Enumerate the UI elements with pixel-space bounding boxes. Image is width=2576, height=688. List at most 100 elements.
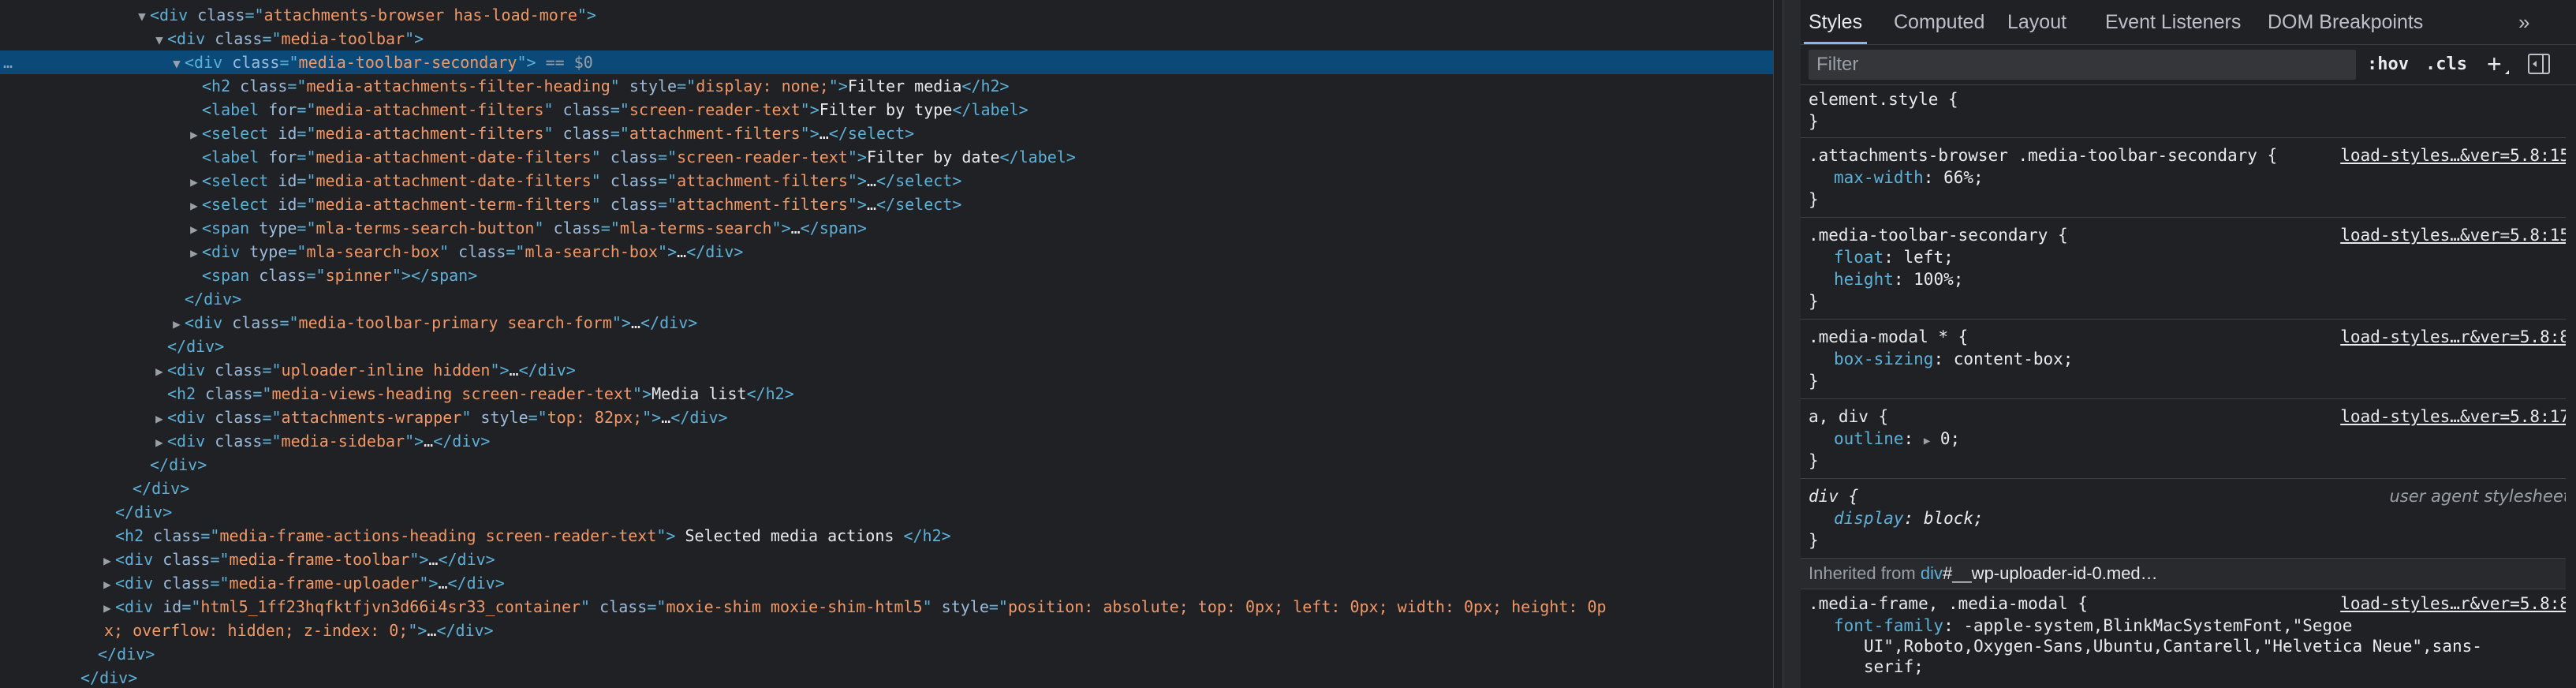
rule-media-toolbar-secondary[interactable]: .media-toolbar-secondary { load-styles…&…: [1801, 218, 2576, 320]
rule-media-frame-modal[interactable]: .media-frame, .media-modal { load-styles…: [1801, 589, 2576, 688]
dom-node-line[interactable]: </div>: [0, 287, 1773, 311]
dom-node-line[interactable]: ▶ <div class="media-frame-uploader">…</di…: [0, 571, 1773, 595]
declaration[interactable]: font-family: -apple-system,BlinkMacSyste…: [1834, 615, 2352, 637]
expand-triangle-icon[interactable]: ▶: [99, 573, 115, 596]
dom-node-line[interactable]: ▼ <div class="attachments-browser has-loa…: [0, 3, 1773, 27]
rule-selector: .attachments-browser .media-toolbar-seco…: [1809, 146, 2278, 165]
rule-source-link[interactable]: load-styles…r&ver=5.8:8: [2340, 593, 2570, 615]
rule-media-modal-all[interactable]: .media-modal * { load-styles…r&ver=5.8:8…: [1801, 320, 2576, 399]
rule-attachments-browser-toolbar[interactable]: .attachments-browser .media-toolbar-seco…: [1801, 138, 2576, 218]
collapse-triangle-icon[interactable]: ▼: [151, 28, 167, 52]
sidebar-tabs: Styles Computed Layout Event Listeners D…: [1801, 0, 2576, 45]
rule-selector: .media-frame, .media-modal {: [1809, 594, 2089, 613]
dom-node-line[interactable]: ▶ <select id="media-attachment-term-filte…: [0, 193, 1773, 216]
expand-triangle-icon[interactable]: ▶: [151, 431, 167, 454]
expand-triangle-icon[interactable]: ▶: [186, 194, 202, 218]
inherited-node-link[interactable]: div: [1921, 563, 1943, 583]
tab-styles[interactable]: Styles: [1803, 0, 1868, 44]
rule-source-link[interactable]: load-styles…&ver=5.8:17: [2340, 406, 2570, 428]
expand-triangle-icon[interactable]: ▶: [151, 407, 167, 431]
rule-element-style[interactable]: element.style { }: [1801, 85, 2576, 138]
dom-node-line[interactable]: ▶ <select id="media-attachment-filters" c…: [0, 122, 1773, 145]
rule-source-link[interactable]: load-styles…&ver=5.8:15: [2340, 144, 2570, 166]
declaration[interactable]: max-width: 66%;: [1834, 166, 1984, 189]
dom-node-line[interactable]: ▶ <div class="attachments-wrapper" style=…: [0, 406, 1773, 429]
styles-filter-bar: :hov .cls +: [1801, 45, 2576, 85]
rule-close-brace: }: [1809, 372, 1819, 391]
dom-node-line[interactable]: ▶ <div class="media-sidebar">…</div>: [0, 429, 1773, 453]
expand-triangle-icon[interactable]: ▶: [186, 218, 202, 241]
rule-selector: div {: [1809, 487, 1859, 506]
rule-close-brace: }: [1809, 112, 1819, 131]
dom-node-line[interactable]: <h2 class="media-views-heading screen-re…: [0, 382, 1773, 406]
rule-close-brace: }: [1809, 190, 1819, 209]
rule-close-brace: }: [1809, 531, 1819, 550]
expand-triangle-icon[interactable]: ▶: [99, 549, 115, 573]
dom-node-line[interactable]: <span class="spinner"></span>: [0, 264, 1773, 287]
dom-node-line[interactable]: <label for="media-attachment-filters" cl…: [0, 98, 1773, 122]
panel-splitter[interactable]: [1783, 0, 1801, 688]
devtools-window: ▼ <div class="attachments-browser has-loa…: [0, 0, 2576, 688]
tab-event-listeners[interactable]: Event Listeners: [2105, 0, 2241, 44]
rule-close-brace: }: [1809, 292, 1819, 311]
style-rules-list: element.style { } .attachments-browser .…: [1801, 85, 2576, 688]
rule-selector: .media-modal * {: [1809, 327, 1969, 346]
more-tabs-icon[interactable]: »: [2518, 0, 2529, 44]
dom-node-line[interactable]: </div>: [0, 500, 1773, 524]
dom-node-line[interactable]: ▶ <div class="media-frame-toolbar">…</div…: [0, 548, 1773, 571]
expand-triangle-icon[interactable]: ▶: [151, 360, 167, 383]
dom-node-line[interactable]: ▶ <select id="media-attachment-date-filte…: [0, 169, 1773, 193]
declaration[interactable]: float: left;: [1834, 246, 1954, 268]
user-agent-stylesheet-label: user agent stylesheet: [2389, 487, 2570, 506]
new-rule-menu-icon[interactable]: [2505, 70, 2509, 74]
tab-computed[interactable]: Computed: [1894, 0, 1984, 44]
collapse-triangle-icon[interactable]: ▼: [169, 52, 185, 76]
declaration[interactable]: height: 100%;: [1834, 268, 1963, 290]
expand-triangle-icon[interactable]: ▶: [186, 241, 202, 265]
declaration[interactable]: box-sizing: content-box;: [1834, 348, 2073, 370]
inherited-from-header: Inherited from div#__wp-uploader-id-0.me…: [1801, 559, 2576, 589]
dom-node-line[interactable]: x; overflow: hidden; z-index: 0;">…</div…: [0, 619, 1773, 642]
dom-node-line[interactable]: <h2 class="media-frame-actions-heading s…: [0, 524, 1773, 548]
dom-node-line[interactable]: </div>: [0, 477, 1773, 500]
dom-node-line[interactable]: </div>: [0, 642, 1773, 666]
dom-node-line[interactable]: </div>: [0, 666, 1773, 688]
tab-dom-breakpoints[interactable]: DOM Breakpoints: [2268, 0, 2423, 44]
rule-source-link[interactable]: load-styles…&ver=5.8:15: [2340, 224, 2570, 246]
rule-a-div[interactable]: a, div { load-styles…&ver=5.8:17 outline…: [1801, 399, 2576, 479]
new-style-rule-button[interactable]: +: [2487, 48, 2502, 80]
hov-toggle-button[interactable]: :hov: [2367, 50, 2409, 80]
declaration-continuation: UI",Roboto,Oxygen-Sans,Ubuntu,Cantarell,…: [1864, 637, 2482, 656]
dom-node-selected[interactable]: … ▼ <div class="media-toolbar-secondary"> …: [0, 50, 1773, 74]
rule-source-link[interactable]: load-styles…r&ver=5.8:8: [2340, 326, 2570, 348]
dom-node-line[interactable]: ▶ <span type="mla-terms-search-button" cl…: [0, 216, 1773, 240]
dom-node-line[interactable]: ▶ <div class="media-toolbar-primary searc…: [0, 311, 1773, 335]
expand-triangle-icon[interactable]: ▶: [186, 170, 202, 194]
dom-node-line[interactable]: ▶ <div class="uploader-inline hidden">…</…: [0, 358, 1773, 382]
rule-selector: element.style {: [1809, 90, 1958, 109]
expand-shorthand-icon[interactable]: ▶: [1924, 435, 1930, 447]
dom-node-line[interactable]: </div>: [0, 453, 1773, 477]
selected-node-marker: == $0: [536, 53, 593, 72]
tab-layout[interactable]: Layout: [2007, 0, 2066, 44]
styles-filter-input[interactable]: [1809, 50, 2356, 80]
rule-selector: .media-toolbar-secondary {: [1809, 226, 2068, 245]
rule-div-user-agent[interactable]: div { user agent stylesheet display: blo…: [1801, 479, 2576, 559]
collapse-triangle-icon[interactable]: ▼: [134, 5, 150, 28]
cls-toggle-button[interactable]: .cls: [2425, 50, 2467, 80]
dom-node-line[interactable]: </div>: [0, 335, 1773, 358]
dom-node-line[interactable]: <h2 class="media-attachments-filter-head…: [0, 74, 1773, 98]
rule-selector: a, div {: [1809, 407, 1889, 426]
elements-tree[interactable]: ▼ <div class="attachments-browser has-loa…: [0, 0, 1773, 688]
dom-node-line[interactable]: ▶ <div id="html5_1ff23hqfktfjvn3d66i4sr33…: [0, 595, 1773, 619]
styles-scrollbar[interactable]: [2566, 85, 2576, 688]
declaration[interactable]: outline: ▶ 0;: [1834, 428, 1960, 450]
dom-node-line[interactable]: <label for="media-attachment-date-filter…: [0, 145, 1773, 169]
expand-triangle-icon[interactable]: ▶: [99, 596, 115, 620]
expand-triangle-icon[interactable]: ▶: [169, 312, 185, 336]
dom-node-line[interactable]: ▶ <div type="mla-search-box" class="mla-s…: [0, 240, 1773, 264]
node-actions-icon[interactable]: …: [3, 50, 13, 74]
expand-triangle-icon[interactable]: ▶: [186, 123, 202, 147]
toggle-computed-sidebar-icon[interactable]: [2528, 54, 2550, 74]
dom-node-line[interactable]: ▼ <div class="media-toolbar">: [0, 27, 1773, 50]
